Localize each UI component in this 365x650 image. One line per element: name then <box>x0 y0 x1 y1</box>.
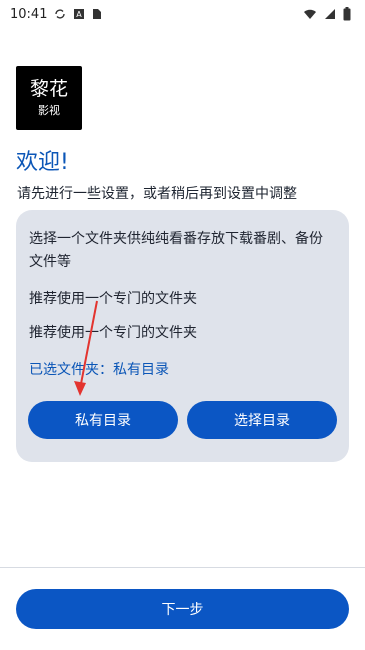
sync-icon <box>54 8 66 20</box>
file-icon <box>92 8 102 20</box>
svg-text:A: A <box>77 10 83 19</box>
private-directory-label: 私有目录 <box>75 412 131 428</box>
logo-text-bottom: 影视 <box>38 103 60 117</box>
folder-description: 选择一个文件夹供纯纯看番存放下载番剧、备份文件等 <box>29 231 323 270</box>
page-subtitle: 请先进行一些设置，或者稍后再到设置中调整 <box>17 186 297 202</box>
battery-icon <box>343 7 351 21</box>
bottom-divider <box>0 567 365 568</box>
recommend-text-2: 推荐使用一个专门的文件夹 <box>29 325 197 341</box>
status-left: 10:41 A <box>10 7 102 22</box>
status-bar: 10:41 A <box>0 0 365 28</box>
signal-icon <box>324 8 336 20</box>
choose-directory-label: 选择目录 <box>234 412 290 428</box>
choose-directory-button[interactable]: 选择目录 <box>187 401 337 439</box>
recommend-text-1: 推荐使用一个专门的文件夹 <box>29 291 197 307</box>
next-button[interactable]: 下一步 <box>16 589 349 629</box>
app-logo: 黎花 影视 <box>16 66 82 130</box>
status-time: 10:41 <box>10 6 48 22</box>
wifi-icon <box>303 8 317 20</box>
status-right <box>303 7 351 21</box>
next-button-label: 下一步 <box>161 601 204 617</box>
folder-settings-card: 选择一个文件夹供纯纯看番存放下载番剧、备份文件等 推荐使用一个专门的文件夹 推荐… <box>16 210 349 462</box>
selected-folder-label: 已选文件夹：私有目录 <box>29 362 169 378</box>
private-directory-button[interactable]: 私有目录 <box>28 401 178 439</box>
app-a-icon: A <box>73 8 85 20</box>
page-title: 欢迎! <box>16 150 69 175</box>
logo-text-top: 黎花 <box>30 78 68 100</box>
